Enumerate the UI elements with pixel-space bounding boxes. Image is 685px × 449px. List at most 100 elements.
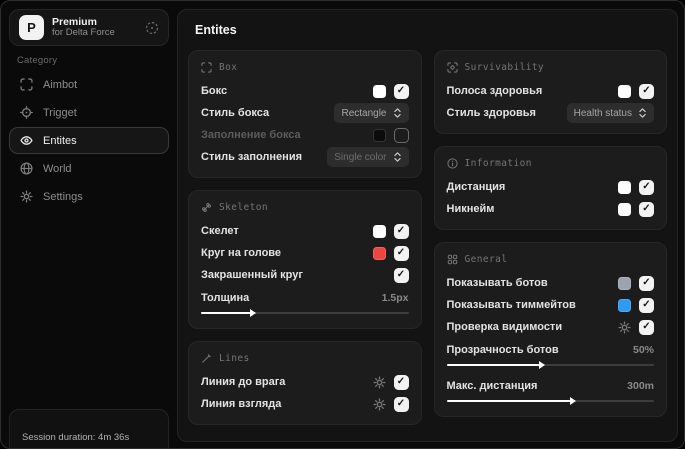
sidebar-item-settings[interactable]: Settings: [9, 183, 169, 210]
left-column: Box Бокс Стиль бокса Rectangle: [188, 50, 422, 425]
setting-label: Никнейм: [446, 203, 495, 215]
setting-row-view-line: Линия взгляда: [201, 393, 409, 415]
fill-style-dropdown[interactable]: Single color: [327, 147, 409, 167]
brand-subtitle: for Delta Force: [52, 27, 115, 39]
checkbox[interactable]: [393, 223, 409, 239]
color-swatch[interactable]: [618, 84, 631, 98]
chevron-up-down-icon: [393, 152, 401, 162]
slider-value: 300m: [627, 379, 654, 392]
sidebar-item-entites[interactable]: Entites: [9, 127, 169, 154]
right-column: Survivability Полоса здоровья Стиль здор…: [433, 50, 667, 425]
session-card: Session duration: 4m 36s: [9, 409, 169, 448]
setting-label: Дистанция: [446, 181, 506, 193]
gear-icon[interactable]: [372, 375, 386, 389]
checkbox[interactable]: [393, 127, 409, 143]
card-lines: Lines Линия до врага Линия взгляда: [188, 341, 422, 425]
checkbox[interactable]: [639, 297, 654, 313]
sidebar-item-label: Entites: [43, 134, 77, 147]
gear-icon[interactable]: [372, 397, 386, 411]
setting-row-box: Бокс: [201, 80, 409, 102]
checkbox[interactable]: [639, 319, 654, 335]
color-swatch[interactable]: [372, 246, 386, 260]
setting-row-distance: Дистанция: [446, 176, 654, 198]
setting-row-show-bots: Показывать ботов: [447, 272, 654, 294]
checkbox[interactable]: [639, 179, 654, 195]
health-style-dropdown[interactable]: Health status: [566, 103, 654, 123]
setting-row-box-style: Стиль бокса Rectangle: [201, 102, 409, 124]
setting-row-enemy-line: Линия до врага: [201, 371, 409, 393]
dropdown-value: Rectangle: [341, 107, 387, 119]
setting-row-box-fill: Заполнение бокса: [201, 124, 409, 146]
card-information: Information Дистанция Никнейм: [433, 146, 667, 230]
checkbox[interactable]: [393, 396, 409, 412]
color-swatch[interactable]: [372, 224, 386, 238]
setting-label: Макс. дистанция: [446, 379, 538, 392]
color-swatch[interactable]: [618, 180, 631, 194]
sidebar-item-label: World: [43, 162, 72, 175]
card-skeleton: Skeleton Скелет Круг на голове: [188, 190, 422, 329]
color-swatch[interactable]: [618, 298, 631, 312]
color-swatch[interactable]: [372, 84, 386, 98]
checkbox[interactable]: [393, 267, 409, 283]
color-swatch[interactable]: [618, 276, 631, 290]
slider-value: 50%: [632, 343, 654, 356]
chevron-up-down-icon: [393, 108, 401, 118]
thickness-slider[interactable]: [201, 308, 409, 317]
setting-label: Стиль бокса: [201, 107, 270, 119]
page-title: Entites: [195, 23, 237, 37]
gear-icon[interactable]: [618, 320, 631, 334]
gear-icon: [20, 190, 33, 203]
setting-label: Проверка видимости: [446, 321, 563, 333]
color-swatch[interactable]: [618, 202, 631, 216]
session-duration-text: Session duration: 4m 36s: [22, 432, 130, 443]
setting-row-skeleton: Скелет: [201, 220, 409, 242]
scan-frame-icon: [20, 78, 33, 91]
slider-thumb[interactable]: [538, 360, 545, 369]
slider-thumb[interactable]: [249, 308, 256, 317]
setting-row-fill-style: Стиль заполнения Single color: [201, 146, 409, 168]
checkbox[interactable]: [639, 201, 654, 217]
eye-icon: [20, 136, 33, 145]
checkbox[interactable]: [393, 374, 409, 390]
main-panel: Entites Box Бокс ✓ Стиль бокса Rectangle…: [177, 9, 678, 442]
setting-label: Бокс: [201, 85, 228, 97]
checkbox[interactable]: [393, 83, 409, 99]
bot-opacity-slider[interactable]: [446, 360, 654, 369]
checkbox[interactable]: [393, 245, 409, 261]
color-swatch[interactable]: [372, 128, 386, 142]
category-label: Category: [17, 55, 58, 66]
slider-thumb[interactable]: [570, 396, 576, 405]
setting-label: Прозрачность ботов: [446, 343, 559, 356]
card-box-header: Box: [201, 62, 409, 73]
checkbox[interactable]: [639, 275, 654, 291]
brand-card: P Premium for Delta Force: [9, 9, 169, 46]
setting-label: Стиль здоровья: [446, 107, 536, 119]
card-general: General Показывать ботов Показывать тимм…: [433, 242, 667, 417]
setting-label: Заполнение бокса: [201, 129, 301, 141]
card-header-label: General: [464, 254, 508, 265]
sidebar-item-label: Settings: [43, 190, 83, 203]
setting-row-show-teammates: Показывать тиммейтов: [447, 294, 654, 316]
card-skeleton-header: Skeleton: [201, 202, 409, 213]
sidebar-item-world[interactable]: World: [9, 155, 169, 182]
card-survivability: Survivability Полоса здоровья Стиль здор…: [433, 50, 667, 134]
checkbox[interactable]: [639, 83, 654, 99]
card-general-header: General: [447, 254, 655, 265]
box-style-dropdown[interactable]: Rectangle: [334, 103, 409, 123]
setting-label: Стиль заполнения: [201, 151, 303, 163]
max-distance-slider[interactable]: [446, 396, 654, 405]
slider-group-bot-opacity: Прозрачность ботов 50%: [446, 341, 654, 369]
bone-icon: [202, 203, 211, 212]
setting-label: Полоса здоровья: [446, 85, 543, 97]
sidebar-item-aimbot[interactable]: Aimbot: [9, 71, 169, 98]
slider-group-max-distance: Макс. дистанция 300m: [446, 377, 654, 405]
card-header-label: Lines: [219, 353, 250, 364]
sidebar-item-label: Aimbot: [43, 78, 78, 91]
info-icon: [446, 158, 458, 169]
setting-label: Толщина: [201, 291, 250, 304]
sidebar: P Premium for Delta Force Category Aimbo…: [1, 1, 177, 448]
sidebar-item-trigget[interactable]: Trigget: [9, 99, 169, 126]
card-header-label: Survivability: [464, 62, 545, 73]
status-circle-icon[interactable]: [145, 21, 159, 35]
card-survivability-header: Survivability: [446, 62, 655, 73]
